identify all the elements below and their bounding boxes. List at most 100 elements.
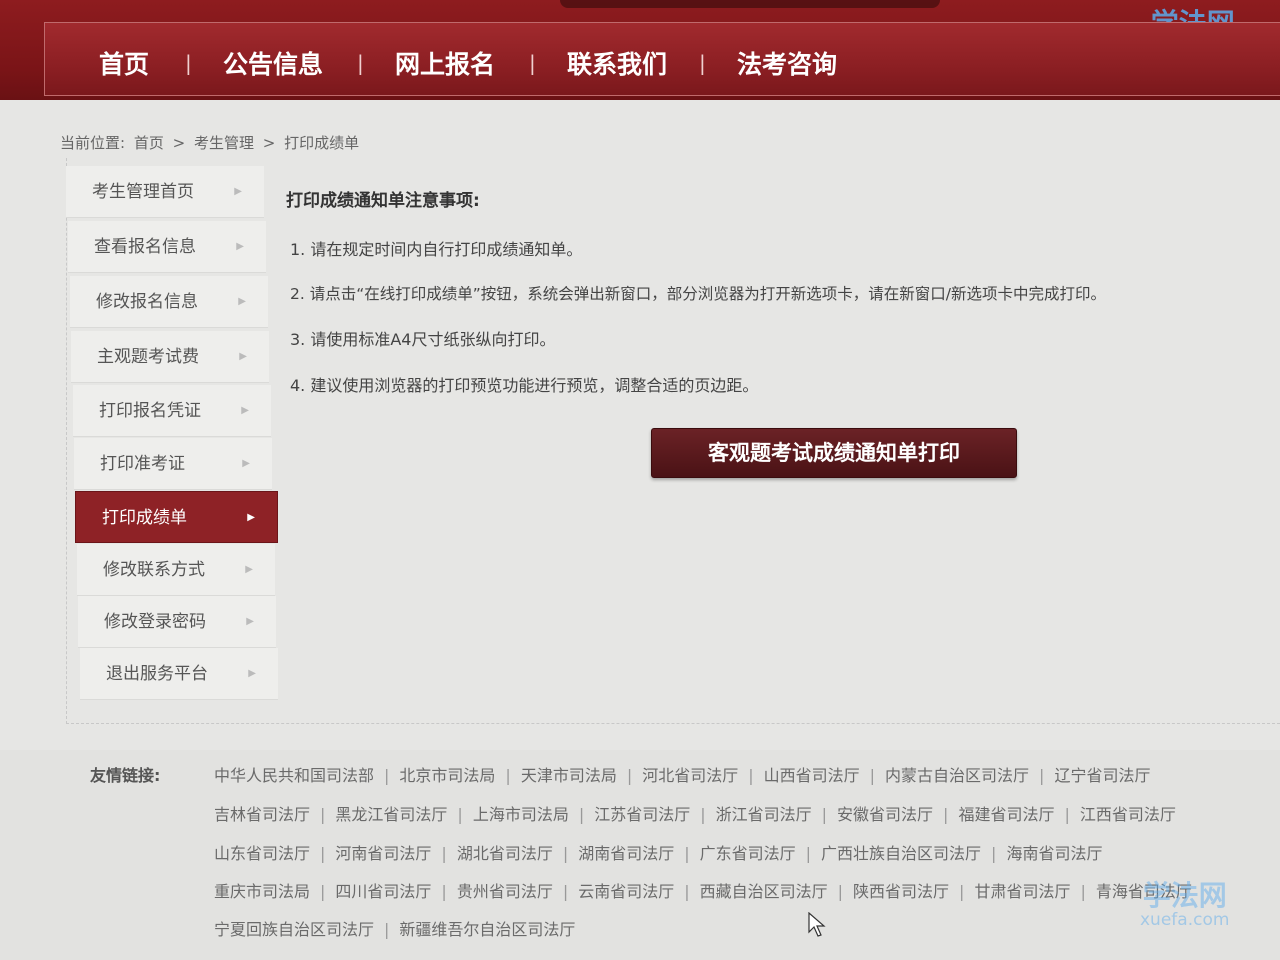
link-item[interactable]: 西藏自治区司法厅 [700, 878, 828, 902]
chevron-right-icon: ▶ [245, 564, 253, 575]
link-separator: | [384, 920, 390, 939]
link-item[interactable]: 河南省司法厅 [335, 840, 431, 864]
chevron-right-icon: ▶ [247, 512, 255, 523]
links-row-3: 山东省司法厅 | 河南省司法厅 | 湖北省司法厅 | 湖南省司法厅 | 广东省司法厅 | 广西壮族自… [214, 840, 1102, 864]
chevron-right-icon: ▶ [246, 616, 254, 627]
link-separator: | [869, 766, 876, 785]
watermark-bottom: 学法网 xuefa.com [1140, 879, 1230, 930]
notice-title: 打印成绩通知单注意事项: [286, 191, 480, 211]
link-item[interactable]: 宁夏回族自治区司法厅 [214, 916, 374, 940]
link-item[interactable]: 广东省司法厅 [700, 840, 796, 864]
banner-title-fragment [560, 0, 940, 8]
link-separator: | [943, 805, 949, 824]
links-row-5: 宁夏回族自治区司法厅 | 新疆维吾尔自治区司法厅 [214, 916, 575, 940]
link-separator: | [562, 882, 569, 901]
sidebar-item-view-registration[interactable]: 查看报名信息 ▶ [68, 221, 266, 273]
print-score-notice-button[interactable]: 客观题考试成绩通知单打印 [651, 428, 1017, 478]
sidebar-item-label: 修改登录密码 [104, 612, 206, 632]
link-separator: | [684, 882, 690, 901]
chevron-right-icon: ▶ [234, 186, 242, 197]
sidebar-item-label: 修改报名信息 [96, 292, 198, 312]
nav-exam-consulting[interactable]: 法考咨询 [737, 45, 837, 81]
link-item[interactable]: 云南省司法厅 [578, 878, 674, 902]
nav-separator: | [357, 51, 364, 75]
link-item[interactable]: 湖北省司法厅 [457, 840, 553, 864]
link-item[interactable]: 山西省司法厅 [764, 762, 860, 786]
link-separator: | [320, 805, 326, 824]
sidebar-item-candidate-home[interactable]: 考生管理首页 ▶ [66, 166, 264, 218]
link-item[interactable]: 湖南省司法厅 [578, 840, 674, 864]
link-item[interactable]: 贵州省司法厅 [457, 878, 553, 902]
link-item[interactable]: 福建省司法厅 [958, 801, 1054, 825]
nav-home[interactable]: 首页 [99, 45, 149, 81]
friendly-links-label: 友情链接: [90, 766, 161, 785]
link-item[interactable]: 陕西省司法厅 [853, 878, 949, 902]
link-separator: | [805, 844, 812, 863]
link-separator: | [320, 844, 326, 863]
link-separator: | [1064, 805, 1070, 824]
nav-separator: | [529, 51, 536, 75]
link-item[interactable]: 辽宁省司法厅 [1054, 762, 1150, 786]
link-item[interactable]: 天津市司法局 [521, 762, 617, 786]
link-separator: | [562, 844, 569, 863]
sidebar-item-subjective-exam-fee[interactable]: 主观题考试费 ▶ [71, 331, 269, 383]
links-row-1: 中华人民共和国司法部 | 北京市司法局 | 天津市司法局 | 河北省司法厅 | 山西省司法厅 | 内… [214, 762, 1150, 786]
link-item[interactable]: 吉林省司法厅 [214, 801, 310, 825]
notice-item: 2. 请点击“在线打印成绩单”按钮，系统会弹出新窗口，部分浏览器为打开新选项卡，… [290, 285, 1107, 303]
link-separator: | [1080, 882, 1086, 901]
link-separator: | [457, 805, 463, 824]
link-separator: | [1039, 766, 1045, 785]
sidebar-item-print-score-report[interactable]: 打印成绩单 ▶ [75, 491, 278, 543]
sidebar-item-print-admission-ticket[interactable]: 打印准考证 ▶ [74, 438, 272, 490]
link-item[interactable]: 四川省司法厅 [335, 878, 431, 902]
sidebar-item-label: 退出服务平台 [106, 664, 208, 684]
sidebar-item-print-registration-voucher[interactable]: 打印报名凭证 ▶ [73, 385, 271, 437]
link-item[interactable]: 广西壮族自治区司法厅 [821, 840, 981, 864]
link-item[interactable]: 黑龙江省司法厅 [335, 801, 447, 825]
nav-separator: | [699, 51, 706, 75]
breadcrumb-prefix: 当前位置: [60, 134, 126, 152]
sidebar-item-edit-registration[interactable]: 修改报名信息 ▶ [70, 276, 268, 328]
chevron-right-icon: ▶ [239, 351, 247, 362]
link-item[interactable]: 重庆市司法局 [214, 878, 310, 902]
link-separator: | [837, 882, 844, 901]
link-item[interactable]: 山东省司法厅 [214, 840, 310, 864]
link-separator: | [626, 766, 633, 785]
notice-section: 打印成绩通知单注意事项: 1. 请在规定时间内自行打印成绩通知单。 2. 请点击… [286, 186, 1280, 395]
link-item[interactable]: 江西省司法厅 [1080, 801, 1176, 825]
link-separator: | [684, 844, 690, 863]
chevron-right-icon: ▶ [241, 405, 249, 416]
link-separator: | [384, 766, 390, 785]
sidebar-item-label: 打印报名凭证 [99, 401, 201, 421]
sidebar-item-change-password[interactable]: 修改登录密码 ▶ [78, 596, 276, 648]
link-separator: | [991, 844, 997, 863]
breadcrumb-separator: > [172, 134, 186, 152]
notice-item: 1. 请在规定时间内自行打印成绩通知单。 [290, 240, 583, 259]
link-item[interactable]: 江苏省司法厅 [594, 801, 690, 825]
links-row-4: 重庆市司法局 | 四川省司法厅 | 贵州省司法厅 | 云南省司法厅 | 西藏自治区司法厅 | 陕西省… [214, 878, 1192, 902]
link-separator: | [441, 882, 447, 901]
link-item[interactable]: 上海市司法局 [473, 801, 569, 825]
link-item[interactable]: 中华人民共和国司法部 [214, 762, 374, 786]
link-item[interactable]: 浙江省司法厅 [716, 801, 812, 825]
sidebar-item-logout[interactable]: 退出服务平台 ▶ [80, 648, 278, 700]
sidebar-item-label: 考生管理首页 [92, 182, 194, 202]
link-item[interactable]: 内蒙古自治区司法厅 [885, 762, 1029, 786]
link-item[interactable]: 北京市司法局 [399, 762, 495, 786]
link-item[interactable]: 甘肃省司法厅 [974, 878, 1070, 902]
nav-contact-us[interactable]: 联系我们 [567, 45, 667, 81]
nav-announcements[interactable]: 公告信息 [223, 45, 323, 81]
nav-online-registration[interactable]: 网上报名 [395, 45, 495, 81]
link-item[interactable]: 河北省司法厅 [642, 762, 738, 786]
link-separator: | [700, 805, 706, 824]
link-separator: | [748, 766, 754, 785]
sidebar-item-edit-contact[interactable]: 修改联系方式 ▶ [77, 544, 275, 596]
breadcrumb-home[interactable]: 首页 [134, 134, 164, 152]
notice-item: 3. 请使用标准A4尺寸纸张纵向打印。 [290, 330, 556, 349]
link-separator: | [441, 844, 447, 863]
link-item[interactable]: 海南省司法厅 [1006, 840, 1102, 864]
breadcrumb-candidate-management[interactable]: 考生管理 [194, 134, 254, 152]
link-item[interactable]: 新疆维吾尔自治区司法厅 [399, 916, 575, 940]
nav-separator: | [185, 51, 192, 75]
link-item[interactable]: 安徽省司法厅 [837, 801, 933, 825]
